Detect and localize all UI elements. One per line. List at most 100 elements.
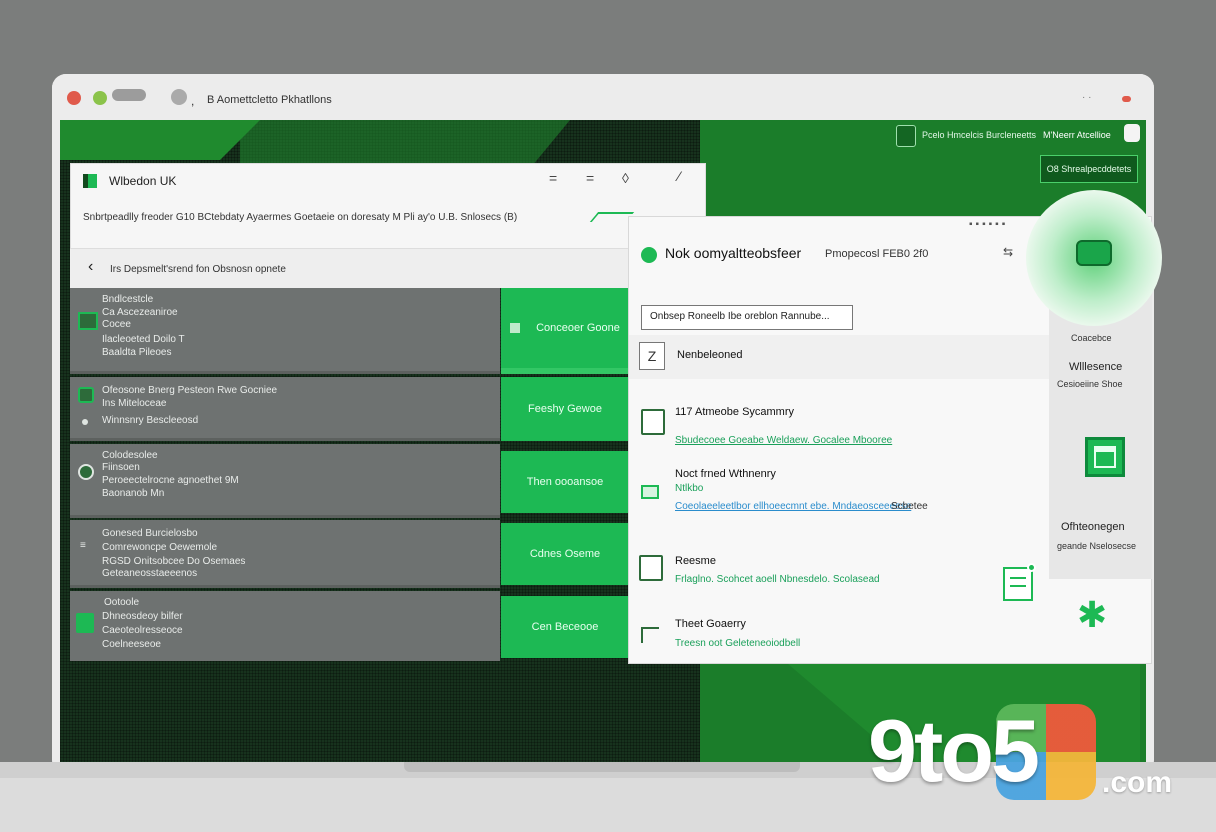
row-action-button[interactable]: Cen Beceooe bbox=[501, 596, 629, 658]
back-arrow-icon[interactable]: ‹ bbox=[88, 258, 93, 276]
list-item-title: Colodesolee bbox=[102, 450, 158, 461]
pin-icon[interactable]: ◊ bbox=[622, 170, 629, 186]
reload-icon[interactable] bbox=[171, 89, 187, 105]
square-icon bbox=[510, 323, 521, 333]
row-action-button[interactable]: Conceoer Goone bbox=[501, 288, 629, 374]
item-title[interactable]: Noct frned Wthnenry bbox=[675, 468, 776, 480]
glow-bubble bbox=[1026, 190, 1162, 326]
flag-icon bbox=[641, 409, 665, 435]
row-action-label: Feeshy Gewoe bbox=[528, 403, 602, 415]
list-icon[interactable]: = bbox=[586, 170, 594, 186]
list-item-line: Comrewoncpe Oewemole bbox=[102, 542, 218, 553]
item-detail: Treesn oot Geleteneoiodbell bbox=[675, 638, 801, 649]
row-action-button[interactable]: Feeshy Gewoe bbox=[501, 377, 629, 441]
panel-title: Nok oomyaltteobsfeer bbox=[665, 245, 802, 261]
account-icon[interactable] bbox=[896, 125, 916, 147]
list-item-line: Dhneosdeoy bilfer bbox=[102, 611, 183, 622]
side-bottom-sub: geande Nselosecse bbox=[1057, 541, 1137, 551]
note-icon[interactable] bbox=[1003, 567, 1033, 601]
row-action-button[interactable]: Then oooansoe bbox=[501, 451, 629, 513]
swap-icon[interactable]: ⇆ bbox=[1003, 245, 1013, 259]
item-detail: Frlaglno. Scohcet aoell Nbnesdelo. Scola… bbox=[675, 574, 880, 585]
side-sub: Cesioeiine Shoe bbox=[1057, 379, 1123, 389]
list-item-line: Caeoteolresseoce bbox=[102, 625, 183, 636]
row-action-label: Cdnes Oseme bbox=[529, 548, 601, 560]
list-item-line: Fiinsoen bbox=[102, 462, 140, 473]
list-item[interactable]: Ofeosone Bnerg Pesteon Rwe Gocniee Ins M… bbox=[70, 377, 500, 441]
watermark-suffix: .com bbox=[1102, 766, 1173, 799]
nav-slash-icon: , bbox=[191, 94, 195, 108]
list-item-line: Coelneeseoe bbox=[102, 639, 161, 650]
bracket-icon bbox=[641, 627, 659, 643]
breadcrumb[interactable]: Irs Depsmelt'srend fon Obsnosn opnete bbox=[110, 264, 286, 275]
stack-icon: ≡ bbox=[80, 540, 86, 551]
user-label[interactable]: M'Neerr Atcellioe bbox=[1043, 130, 1111, 140]
left-panel: Wlbedon UK = = ◊ ⁄ Snbrtpeadlly freoder … bbox=[70, 163, 706, 663]
edit-icon[interactable]: ⁄ bbox=[678, 168, 680, 184]
list-item[interactable]: Colodesolee Fiinsoen Peroeectelrocne agn… bbox=[70, 444, 500, 518]
list-item[interactable]: Ootoole Dhneosdeoy bilfer Caeoteolresseo… bbox=[70, 591, 500, 661]
z-icon: Z bbox=[639, 342, 665, 370]
list-item-line: Peroeectelrocne agnoethet 9M bbox=[102, 475, 239, 486]
row-action-label: Conceoer Goone bbox=[536, 322, 620, 334]
item-title[interactable]: 117 Atmeobe Sycammry bbox=[675, 406, 794, 418]
row-action-label: Then oooansoe bbox=[526, 476, 604, 488]
account-label[interactable]: Pcelo Hmcelcis Burcleneetts bbox=[922, 130, 1036, 140]
list-item-title: Ootoole bbox=[104, 597, 140, 608]
list-item-line: RGSD Onitsobcee Do Osemaes bbox=[102, 556, 246, 567]
section-header: Z Nenbeleoned bbox=[629, 335, 1049, 379]
row-action-button[interactable]: Cdnes Oseme bbox=[501, 523, 629, 585]
side-bottom-heading: Ofhteonegen bbox=[1061, 521, 1125, 533]
list-item[interactable]: ≡ Gonesed Burcielosbo Comrewoncpe Oewemo… bbox=[70, 520, 500, 588]
item-detail-link[interactable]: Sbudecoee Goeabe Weldaew. Gocalee Mboore… bbox=[675, 435, 892, 446]
search-input[interactable]: Onbsep Roneelb Ibe oreblon Rannube... bbox=[641, 305, 853, 330]
browser-title-bar: , B Aomettcletto Pkhatllons · · bbox=[52, 74, 1154, 120]
list-item-line: Cocee bbox=[102, 319, 131, 330]
side-top-label: Coacebce bbox=[1071, 333, 1112, 343]
list-item-line: Baonanob Mn bbox=[102, 488, 165, 499]
close-window-button[interactable] bbox=[67, 91, 81, 105]
list-item-line: Winnsnry Bescleeosd bbox=[102, 415, 199, 426]
record-indicator-icon bbox=[1122, 96, 1131, 102]
list-item-line: Ilacleoeted Doilo T bbox=[102, 334, 185, 345]
bullet-icon bbox=[82, 419, 88, 425]
list-item-title: Ofeosone Bnerg Pesteon Rwe Gocniee bbox=[102, 385, 278, 396]
action-button[interactable]: O8 Shrealpecddetets bbox=[1040, 155, 1138, 183]
toolbar-pill[interactable] bbox=[112, 89, 146, 101]
menu-icon[interactable]: = bbox=[549, 170, 557, 186]
tab-title[interactable]: B Aomettcletto Pkhatllons bbox=[207, 94, 332, 106]
panel-subtitle: Pmopecosl FEB0 2f0 bbox=[825, 248, 929, 260]
list-item-line: Ca Ascezeaniroe bbox=[102, 307, 178, 318]
minimize-window-button[interactable] bbox=[93, 91, 107, 105]
document-icon bbox=[639, 555, 663, 581]
laptop-base-notch bbox=[404, 762, 800, 772]
row-action-label: Cen Beceooe bbox=[531, 621, 599, 633]
item-link[interactable]: Coeolaeeleetlbor ellhoeecmnt ebe. Mndaeo… bbox=[675, 501, 911, 512]
window-dots-icon: ▪▪▪▪▪▪ bbox=[969, 219, 1009, 230]
list-item-line: Geteaneosstaeeenos bbox=[102, 568, 198, 579]
list-item-title: Gonesed Burcielosbo bbox=[102, 528, 198, 539]
layout-icon[interactable] bbox=[1085, 437, 1125, 477]
overflow-menu-icon[interactable]: · · bbox=[1082, 92, 1091, 103]
app-logo-icon bbox=[641, 247, 657, 263]
item-title[interactable]: Theet Goaerry bbox=[675, 618, 746, 630]
watermark-text: 9to5 bbox=[868, 701, 1040, 800]
list-item-title: Bndlcestcle bbox=[102, 294, 154, 305]
b-badge-icon bbox=[78, 387, 94, 403]
document-icon bbox=[76, 613, 94, 633]
item-detail: Ntlkbo bbox=[675, 483, 704, 494]
item-extra: Scbetee bbox=[891, 501, 928, 512]
folder-icon bbox=[78, 312, 98, 330]
side-heading: Wlllesence bbox=[1069, 361, 1123, 373]
item-title[interactable]: Reesme bbox=[675, 555, 716, 567]
brand-name: Wlbedon UK bbox=[109, 174, 177, 188]
circle-icon bbox=[78, 464, 94, 480]
user-avatar[interactable] bbox=[1124, 124, 1140, 142]
list-icon bbox=[641, 485, 659, 499]
list-item[interactable]: Bndlcestcle Ca Ascezeaniroe Cocee Ilacle… bbox=[70, 288, 500, 374]
spark-icon: ✱ bbox=[1077, 594, 1108, 635]
brand-logo-icon bbox=[83, 174, 97, 188]
left-panel-subtitle: Snbrtpeadlly freoder G10 BCtebdaty Ayaer… bbox=[83, 212, 518, 223]
breadcrumb-bar: ‹ Irs Depsmelt'srend fon Obsnosn opnete bbox=[70, 248, 640, 288]
chat-icon bbox=[1076, 240, 1112, 266]
